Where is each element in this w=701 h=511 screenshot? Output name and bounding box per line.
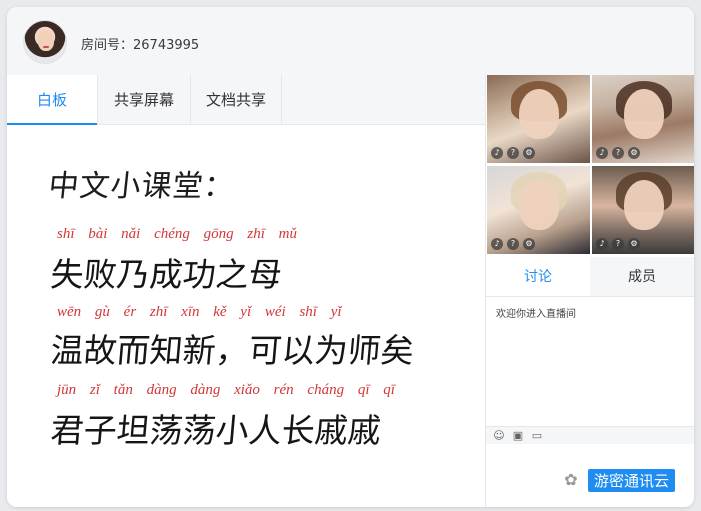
tab-screen-share[interactable]: 共享屏幕 xyxy=(98,75,190,125)
video-tile-1[interactable]: ♪ ? ⚙ xyxy=(487,75,590,163)
tab-bar: 白板 共享屏幕 文档共享 xyxy=(7,75,485,125)
tab-members[interactable]: 成员 xyxy=(590,257,694,297)
right-tab-bar: 讨论 成员 xyxy=(486,257,694,297)
info-icon[interactable]: ? xyxy=(612,147,624,159)
participant-face xyxy=(624,89,664,139)
mic-icon[interactable]: ♪ xyxy=(491,147,503,159)
info-icon[interactable]: ? xyxy=(507,147,519,159)
tab-whiteboard[interactable]: 白板 xyxy=(7,75,97,125)
app-window: 房间号：26743995 白板 共享屏幕 文档共享 中文小课堂： shī bài… xyxy=(7,7,694,507)
mic-icon[interactable]: ♪ xyxy=(596,238,608,250)
image-icon[interactable]: ▣ xyxy=(511,429,525,443)
mic-icon[interactable]: ♪ xyxy=(491,238,503,250)
whiteboard-canvas[interactable]: 中文小课堂： shī bài nǎi chéng gōng zhī mǔ 失败乃… xyxy=(7,126,485,507)
settings-icon[interactable]: ⚙ xyxy=(523,238,535,250)
pinyin-line-1: shī bài nǎi chéng gōng zhī mǔ xyxy=(57,226,297,242)
watermark-text: 游密通讯云 xyxy=(588,468,676,492)
video-controls: ♪ ? ⚙ xyxy=(491,238,535,250)
video-controls: ♪ ? ⚙ xyxy=(491,147,535,159)
header: 房间号：26743995 xyxy=(7,7,694,75)
pinyin-line-3: jūn zǐ tǎn dàng dàng xiǎo rén cháng qī q… xyxy=(57,382,395,398)
wechat-icon: ✿ xyxy=(564,470,578,489)
chat-toolbar: ☺ ▣ ▭ xyxy=(486,426,694,444)
chinese-line-1: 失败乃成功之母 xyxy=(49,255,284,294)
video-tile-3[interactable]: ♪ ? ⚙ xyxy=(487,166,590,254)
chinese-line-3: 君子坦荡荡小人长戚戚 xyxy=(49,411,383,450)
participant-face xyxy=(624,180,664,230)
avatar-face xyxy=(38,31,54,51)
folder-icon[interactable]: ▭ xyxy=(530,429,544,443)
video-controls: ♪ ? ⚙ xyxy=(596,238,640,250)
mic-icon[interactable]: ♪ xyxy=(596,147,608,159)
right-panel: ♪ ? ⚙ ♪ ? ⚙ ♪ ? ⚙ ♪ ? ⚙ 讨论 成员 欢迎你进入直播间 ☺… xyxy=(485,75,694,507)
settings-icon[interactable]: ⚙ xyxy=(523,147,535,159)
watermark: ✿ 游密通讯云 xyxy=(560,468,676,492)
video-tile-2[interactable]: ♪ ? ⚙ xyxy=(592,75,694,163)
pinyin-line-2: wēn gù ér zhī xīn kě yǐ wéi shī yǐ xyxy=(57,304,342,320)
chat-message: 欢迎你进入直播间 xyxy=(496,309,576,320)
whiteboard-title: 中文小课堂： xyxy=(46,169,237,204)
participant-face xyxy=(519,89,559,139)
info-icon[interactable]: ? xyxy=(612,238,624,250)
settings-icon[interactable]: ⚙ xyxy=(628,147,640,159)
left-panel: 白板 共享屏幕 文档共享 中文小课堂： shī bài nǎi chéng gō… xyxy=(7,75,485,507)
video-controls: ♪ ? ⚙ xyxy=(596,147,640,159)
tab-divider xyxy=(281,75,282,125)
tab-document-share[interactable]: 文档共享 xyxy=(191,75,281,125)
chinese-line-2: 温故而知新，可以为师矣 xyxy=(49,331,416,370)
divider xyxy=(486,296,694,297)
room-number: 房间号：26743995 xyxy=(81,38,200,53)
settings-icon[interactable]: ⚙ xyxy=(628,238,640,250)
avatar-lips xyxy=(43,46,49,48)
participant-face xyxy=(519,180,559,230)
info-icon[interactable]: ? xyxy=(507,238,519,250)
emoji-icon[interactable]: ☺ xyxy=(492,429,506,443)
tab-discussion[interactable]: 讨论 xyxy=(486,257,590,297)
avatar[interactable] xyxy=(23,20,67,64)
video-tile-4[interactable]: ♪ ? ⚙ xyxy=(592,166,694,254)
